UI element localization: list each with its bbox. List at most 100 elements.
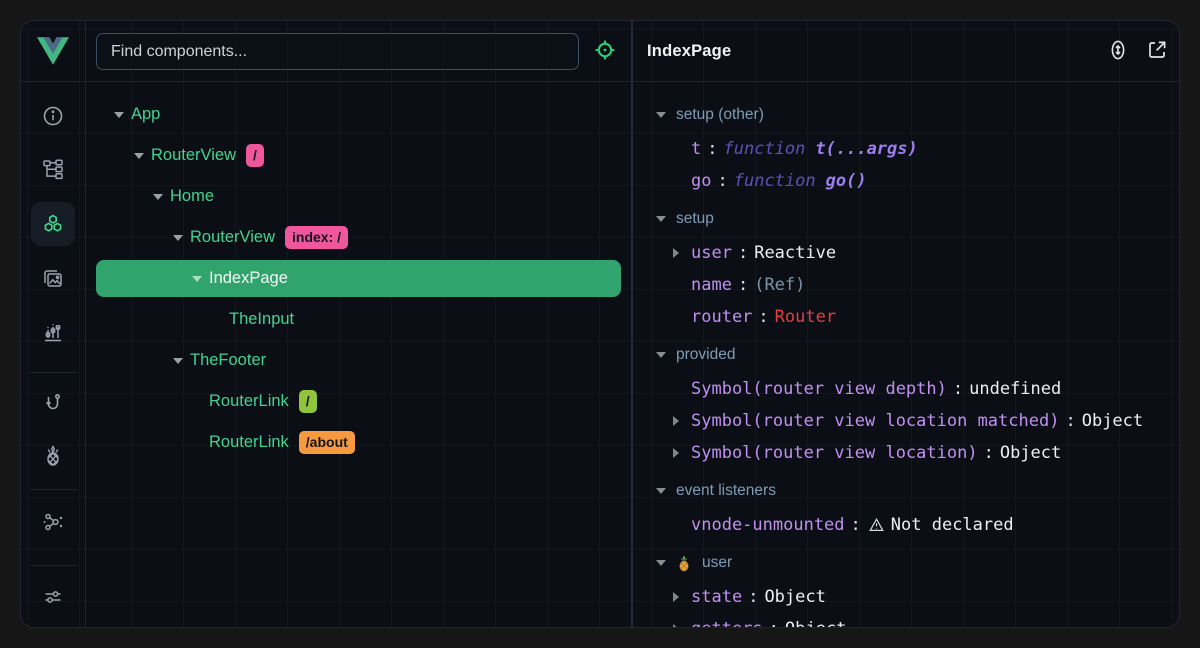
chevron-down-icon[interactable] — [113, 112, 125, 118]
state-row-name[interactable]: name : (Ref) — [633, 269, 1125, 301]
chevron-down-icon — [656, 112, 666, 118]
sidebar-group-divider — [29, 372, 77, 373]
sidebar-item-assets[interactable] — [31, 257, 75, 301]
colon: : — [851, 515, 861, 535]
inspector-title: IndexPage — [633, 42, 731, 61]
chevron-right-icon[interactable] — [673, 248, 679, 258]
tree-row-home[interactable]: Home — [85, 176, 631, 217]
state-row-t[interactable]: t : function t(...args) — [633, 133, 1125, 165]
state-row-state[interactable]: state : Object — [633, 581, 1125, 613]
state-value: Not declared — [891, 515, 1014, 535]
colon: : — [717, 171, 727, 191]
tree-row-routerview-index[interactable]: RouterView index: / — [85, 217, 631, 258]
state-key: user — [691, 243, 732, 263]
chevron-right-icon[interactable] — [673, 448, 679, 458]
section-event-listeners[interactable]: event listeners — [633, 473, 1125, 509]
function-keyword: function — [724, 139, 806, 159]
inspector-header: IndexPage — [633, 21, 1180, 81]
state-key: t — [691, 139, 701, 159]
info-icon — [41, 104, 65, 128]
state-row-router-view-depth[interactable]: Symbol(router view depth) : undefined — [633, 373, 1125, 405]
state-value: Reactive — [754, 243, 836, 263]
warning-icon — [869, 518, 884, 532]
state-row-go[interactable]: go : function go() — [633, 165, 1125, 197]
tree-row-routerlink-about[interactable]: RouterLink /about — [85, 422, 631, 463]
scroll-to-component-button[interactable] — [1105, 38, 1131, 64]
tree-row-routerview[interactable]: RouterView / — [85, 135, 631, 176]
sidebar-item-pinia[interactable] — [31, 434, 75, 478]
state-key: name — [691, 275, 732, 295]
section-label: setup (other) — [676, 106, 764, 124]
chevron-down-icon[interactable] — [172, 235, 184, 241]
inspect-component-button[interactable] — [591, 37, 619, 65]
sidebar-item-settings[interactable] — [31, 575, 75, 619]
sidebar — [21, 21, 85, 627]
component-label: App — [131, 105, 160, 124]
route-badge: /about — [299, 431, 355, 454]
state-value: Router — [775, 307, 836, 327]
tree-row-routerlink-root[interactable]: RouterLink / — [85, 381, 631, 422]
chevron-right-icon[interactable] — [673, 624, 679, 627]
state-row-router-view-location[interactable]: Symbol(router view location) : Object — [633, 437, 1125, 469]
state-key: go — [691, 171, 711, 191]
chevron-right-icon[interactable] — [673, 416, 679, 426]
sidebar-item-pages[interactable] — [31, 147, 75, 191]
component-label: RouterView — [190, 228, 275, 247]
tree-row-thefooter[interactable]: TheFooter — [85, 340, 631, 381]
state-row-getters[interactable]: getters : Object — [633, 613, 1125, 627]
sidebar-group-divider — [29, 565, 77, 566]
colon: : — [769, 619, 779, 627]
route-badge: index: / — [285, 226, 348, 249]
vue-logo-icon — [36, 35, 70, 67]
state-row-router-view-location-matched[interactable]: Symbol(router view location matched) : O… — [633, 405, 1125, 437]
sidebar-item-router[interactable] — [31, 381, 75, 425]
chevron-right-icon[interactable] — [673, 592, 679, 602]
components-icon — [41, 212, 65, 236]
external-link-icon — [1145, 38, 1169, 65]
state-key: Symbol(router view location) — [691, 443, 978, 463]
sidebar-item-timeline[interactable] — [31, 311, 75, 355]
state-key: router — [691, 307, 752, 327]
search-input[interactable] — [96, 33, 579, 70]
component-label: RouterLink — [209, 392, 289, 411]
colon: : — [738, 243, 748, 263]
devtools-window: IndexPage — [20, 20, 1180, 628]
state-key: state — [691, 587, 742, 607]
state-row-router[interactable]: router : Router — [633, 301, 1125, 333]
component-label: RouterView — [151, 146, 236, 165]
state-row-user[interactable]: user : Reactive — [633, 237, 1125, 269]
state-value: Object — [1082, 411, 1143, 431]
chevron-down-icon[interactable] — [152, 194, 164, 200]
sidebar-item-overview[interactable] — [31, 94, 75, 138]
sidebar-item-components[interactable] — [31, 202, 75, 246]
section-setup-other[interactable]: setup (other) — [633, 97, 1125, 133]
sidebar-item-graph[interactable] — [31, 500, 75, 544]
colon: : — [748, 587, 758, 607]
state-value: (Ref) — [754, 275, 805, 295]
chevron-down-icon[interactable] — [191, 276, 203, 282]
chevron-down-icon[interactable] — [172, 358, 184, 364]
assets-icon — [41, 267, 65, 291]
function-keyword: function — [734, 171, 816, 191]
colon: : — [953, 379, 963, 399]
colon: : — [1065, 411, 1075, 431]
component-label: RouterLink — [209, 433, 289, 452]
section-label: provided — [676, 346, 735, 364]
state-row-vnode-unmounted[interactable]: vnode-unmounted : Not declared — [633, 509, 1125, 541]
tree-row-indexpage-selected[interactable]: IndexPage — [85, 258, 631, 299]
section-pinia-user[interactable]: user — [633, 545, 1125, 581]
section-setup[interactable]: setup — [633, 201, 1125, 237]
section-provided[interactable]: provided — [633, 337, 1125, 373]
route-badge: / — [246, 144, 264, 167]
component-tree: App RouterView / Home RouterView index: … — [85, 81, 631, 627]
component-label: TheInput — [229, 310, 294, 329]
timeline-icon — [41, 321, 65, 345]
function-signature: go() — [826, 171, 867, 191]
open-in-editor-button[interactable] — [1144, 38, 1170, 64]
tree-row-theinput[interactable]: TheInput — [85, 299, 631, 340]
state-key: Symbol(router view depth) — [691, 379, 947, 399]
inspector-panel: setup (other) t : function t(...args) go… — [633, 81, 1180, 627]
chevron-down-icon[interactable] — [133, 153, 145, 159]
tree-row-app[interactable]: App — [85, 94, 631, 135]
chevron-down-icon — [656, 488, 666, 494]
